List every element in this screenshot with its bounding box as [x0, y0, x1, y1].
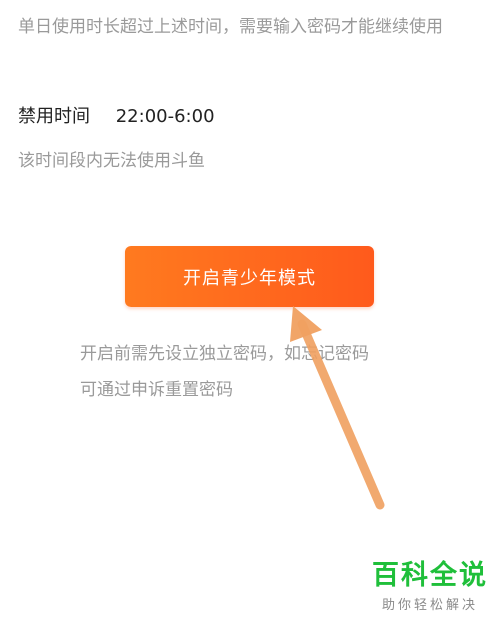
pointer-arrow-icon	[290, 306, 385, 510]
usage-limit-description: 单日使用时长超过上述时间，需要输入密码才能继续使用	[18, 17, 443, 37]
watermark: 百科全说 助你轻松解决	[372, 560, 488, 613]
ban-time-note: 该时间段内无法使用斗鱼	[18, 151, 205, 171]
enable-youth-mode-button[interactable]: 开启青少年模式	[125, 246, 374, 307]
password-hint-line-1: 开启前需先设立独立密码，如忘记密码	[80, 344, 369, 364]
ban-time-value: 22:00-6:00	[115, 106, 215, 127]
ban-time-row: 禁用时间 22:00-6:00	[18, 102, 215, 128]
watermark-title: 百科全说	[372, 560, 488, 591]
password-hint-line-2: 可通过申诉重置密码	[80, 380, 233, 400]
password-hint: 开启前需先设立独立密码，如忘记密码 可通过申诉重置密码	[80, 336, 440, 408]
ban-time-label: 禁用时间	[18, 106, 90, 127]
watermark-subtitle: 助你轻松解决	[381, 598, 478, 613]
